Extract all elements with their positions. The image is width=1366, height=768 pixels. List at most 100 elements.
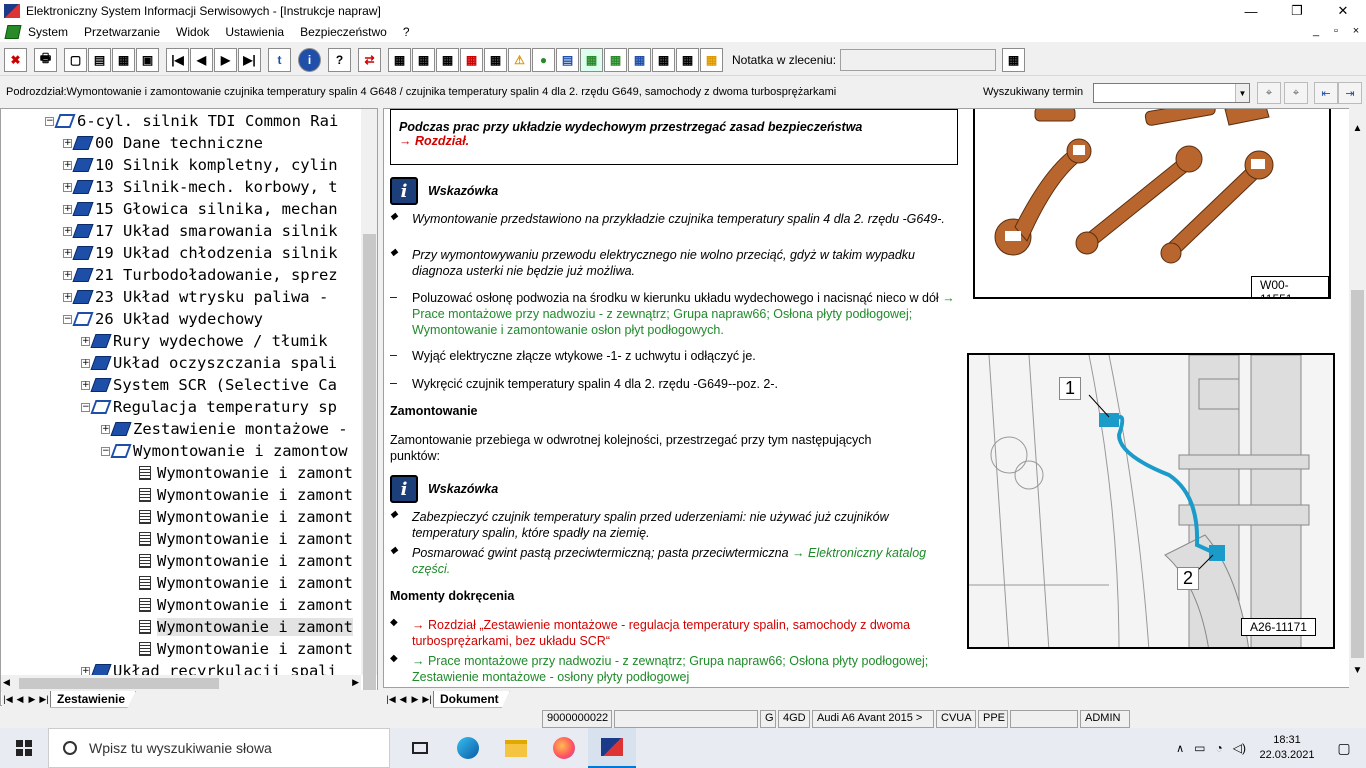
file-explorer-icon[interactable]	[492, 728, 540, 768]
tab-prev-icon[interactable]: ◀	[14, 692, 26, 706]
notes-icon[interactable]: ▦	[112, 47, 135, 72]
scroll-right-icon[interactable]: ▶	[352, 677, 359, 688]
tools-icon[interactable]: ▦	[676, 47, 699, 72]
expand-icon[interactable]: +	[63, 182, 72, 192]
tree-item[interactable]: Wymontowanie i zamont	[139, 528, 353, 550]
tree-item[interactable]: +23 Układ wtrysku paliwa -	[63, 286, 328, 308]
books-icon[interactable]: ▦	[460, 47, 483, 72]
tree-item[interactable]: Wymontowanie i zamont	[139, 550, 353, 572]
volume-icon[interactable]: ◁)	[1233, 741, 1246, 755]
tree-item[interactable]: + Rury wydechowe / tłumik	[81, 330, 328, 352]
expand-icon[interactable]: +	[81, 666, 90, 675]
torque-link-1[interactable]: → Rozdział „Zestawienie montażowe - regu…	[412, 617, 950, 649]
tree-item[interactable]: +15 Głowica silnika, mechan	[63, 198, 338, 220]
maximize-button[interactable]: ❐	[1274, 0, 1320, 22]
expand-icon[interactable]: +	[63, 204, 72, 214]
menu-help[interactable]: ?	[395, 25, 418, 39]
tab-last-icon[interactable]: ▶|	[421, 692, 433, 706]
calculator-icon[interactable]: ▦	[388, 47, 411, 72]
globe-icon[interactable]: ●	[532, 47, 555, 72]
question-doc-icon[interactable]: ▦	[700, 47, 723, 72]
firefox-icon[interactable]	[540, 728, 588, 768]
tree-item[interactable]: + Układ recyrkulacji spali	[81, 660, 337, 675]
tab-prev-icon[interactable]: ◀	[397, 692, 409, 706]
mdi-close-button[interactable]: ×	[1346, 22, 1366, 40]
tree-item[interactable]: Wymontowanie i zamont	[139, 462, 353, 484]
arrow-left-icon[interactable]: ⇤	[1314, 82, 1338, 104]
engine-icon[interactable]: ▦	[412, 47, 435, 72]
collapse-icon[interactable]: −	[101, 446, 110, 456]
edge-icon[interactable]	[444, 728, 492, 768]
notatka-field[interactable]	[840, 48, 997, 71]
warning-link[interactable]: → Rozdział.	[399, 134, 949, 148]
first-icon[interactable]: |◀	[166, 47, 189, 72]
tree-item[interactable]: Wymontowanie i zamont	[139, 638, 353, 660]
scroll-down-icon[interactable]: ▼	[1349, 662, 1366, 679]
notatka-edit-icon[interactable]: ▦	[1002, 47, 1026, 72]
search-input[interactable]: ▼	[1093, 83, 1250, 103]
tree-item[interactable]: Wymontowanie i zamont	[139, 506, 353, 528]
previous-icon[interactable]: ◀	[190, 47, 213, 72]
new-document-icon[interactable]: ▢	[64, 47, 87, 72]
diagnostic-icon[interactable]: ▦	[628, 47, 651, 72]
tree-item[interactable]: +10 Silnik kompletny, cylin	[63, 154, 338, 176]
exit-icon[interactable]: ✖	[4, 47, 27, 72]
tree-item[interactable]: +13 Silnik-mech. korbowy, t	[63, 176, 338, 198]
search-next-icon[interactable]: ⌖	[1284, 82, 1308, 104]
tree-item[interactable]: + Układ oczyszczania spali	[81, 352, 337, 374]
car-icon[interactable]: ▣	[136, 47, 159, 72]
tree-item[interactable]: + System SCR (Selective Ca	[81, 374, 337, 396]
expand-icon[interactable]: +	[81, 336, 90, 346]
expand-icon[interactable]: +	[63, 138, 72, 148]
expand-icon[interactable]: +	[63, 226, 72, 236]
wifi-icon[interactable]: ◔	[1216, 741, 1223, 755]
checklist-icon[interactable]: ▦	[652, 47, 675, 72]
last-icon[interactable]: ▶|	[238, 47, 261, 72]
search-prev-icon[interactable]: ⌖	[1257, 82, 1281, 104]
expand-icon[interactable]: +	[81, 358, 90, 368]
torque-link-2[interactable]: → Prace montażowe przy nadwoziu - z zewn…	[412, 653, 950, 685]
menu-przetwarzanie[interactable]: Przetwarzanie	[76, 25, 168, 39]
tree-item[interactable]: Wymontowanie i zamont	[139, 484, 353, 506]
tree-item[interactable]: Wymontowanie i zamont	[139, 572, 353, 594]
tab-zestawienie[interactable]: Zestawienie	[50, 690, 137, 708]
mdi-restore-button[interactable]: ▫	[1326, 22, 1346, 40]
tab-dokument[interactable]: Dokument	[433, 690, 510, 708]
scrollbar-thumb[interactable]	[363, 234, 376, 704]
wiring-icon[interactable]: ▦	[436, 47, 459, 72]
scroll-left-icon[interactable]: ◀	[3, 677, 10, 688]
expand-icon[interactable]: +	[63, 248, 72, 258]
scrollbar-thumb[interactable]	[19, 678, 219, 689]
print-icon[interactable]: 🖶	[34, 47, 57, 72]
edit-document-icon[interactable]: ▤	[88, 47, 111, 72]
elsa-app-icon[interactable]	[588, 728, 636, 768]
tab-next-icon[interactable]: ▶	[409, 692, 421, 706]
vehicle-icon[interactable]: ▦	[604, 47, 627, 72]
help-icon[interactable]: ?	[328, 47, 351, 72]
menu-ustawienia[interactable]: Ustawienia	[217, 25, 292, 39]
mdi-minimize-button[interactable]: _	[1306, 22, 1326, 40]
minimize-button[interactable]: —	[1228, 0, 1274, 22]
task-view-icon[interactable]	[396, 728, 444, 768]
tree-item[interactable]: − Wymontowanie i zamontow	[101, 440, 348, 462]
repair-manual-icon[interactable]: ▦	[580, 47, 603, 72]
scroll-up-icon[interactable]: ▲	[1349, 120, 1366, 137]
tab-first-icon[interactable]: |◀	[2, 692, 14, 706]
taskbar-search[interactable]: Wpisz tu wyszukiwanie słowa	[48, 728, 390, 768]
container-icon[interactable]: ▤	[556, 47, 579, 72]
tree-item[interactable]: − 6-cyl. silnik TDI Common Rai	[45, 110, 338, 132]
tree-item[interactable]: +19 Układ chłodzenia silnik	[63, 242, 338, 264]
manual-icon[interactable]: ▦	[484, 47, 507, 72]
menu-bezpieczenstwo[interactable]: Bezpieczeństwo	[292, 25, 395, 39]
chevron-down-icon[interactable]: ▼	[1235, 84, 1249, 102]
tree-vertical-scrollbar[interactable]	[361, 109, 377, 704]
tree-item[interactable]: +21 Turbodoładowanie, sprez	[63, 264, 338, 286]
arrow-right-icon[interactable]: ⇥	[1338, 82, 1362, 104]
switch-icon[interactable]: ⇄	[358, 47, 381, 72]
expand-icon[interactable]: +	[63, 160, 72, 170]
document-vertical-scrollbar[interactable]: ▲ ▼	[1349, 108, 1366, 688]
tree-item[interactable]: +17 Układ smarowania silnik	[63, 220, 338, 242]
chevron-up-icon[interactable]: ∧	[1176, 742, 1184, 755]
notifications-icon[interactable]: ▢	[1322, 740, 1366, 757]
info-icon[interactable]: i	[298, 47, 321, 72]
